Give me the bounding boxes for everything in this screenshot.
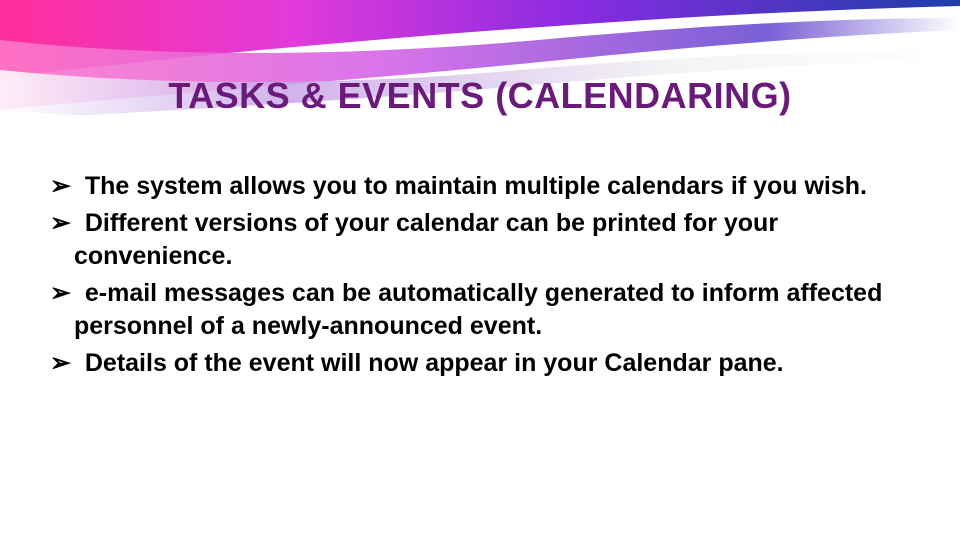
list-item: ➢ Details of the event will now appear i… [50,347,910,380]
slide-content: TASKS & EVENTS (CALENDARING) ➢ The syste… [0,0,960,540]
bullet-marker-icon: ➢ [50,349,71,377]
list-item: ➢ e-mail messages can be automatically g… [50,277,910,343]
bullet-list: ➢ The system allows you to maintain mult… [50,170,910,384]
bullet-text: Details of the event will now appear in … [85,349,784,377]
bullet-text: The system allows you to maintain multip… [85,172,867,200]
slide-title: TASKS & EVENTS (CALENDARING) [0,75,960,117]
list-item: ➢ Different versions of your calendar ca… [50,207,910,273]
bullet-text: e-mail messages can be automatically gen… [74,279,882,340]
list-item: ➢ The system allows you to maintain mult… [50,170,910,203]
bullet-marker-icon: ➢ [50,279,71,307]
bullet-text: Different versions of your calendar can … [74,209,778,270]
bullet-marker-icon: ➢ [50,209,71,237]
bullet-marker-icon: ➢ [50,172,71,200]
